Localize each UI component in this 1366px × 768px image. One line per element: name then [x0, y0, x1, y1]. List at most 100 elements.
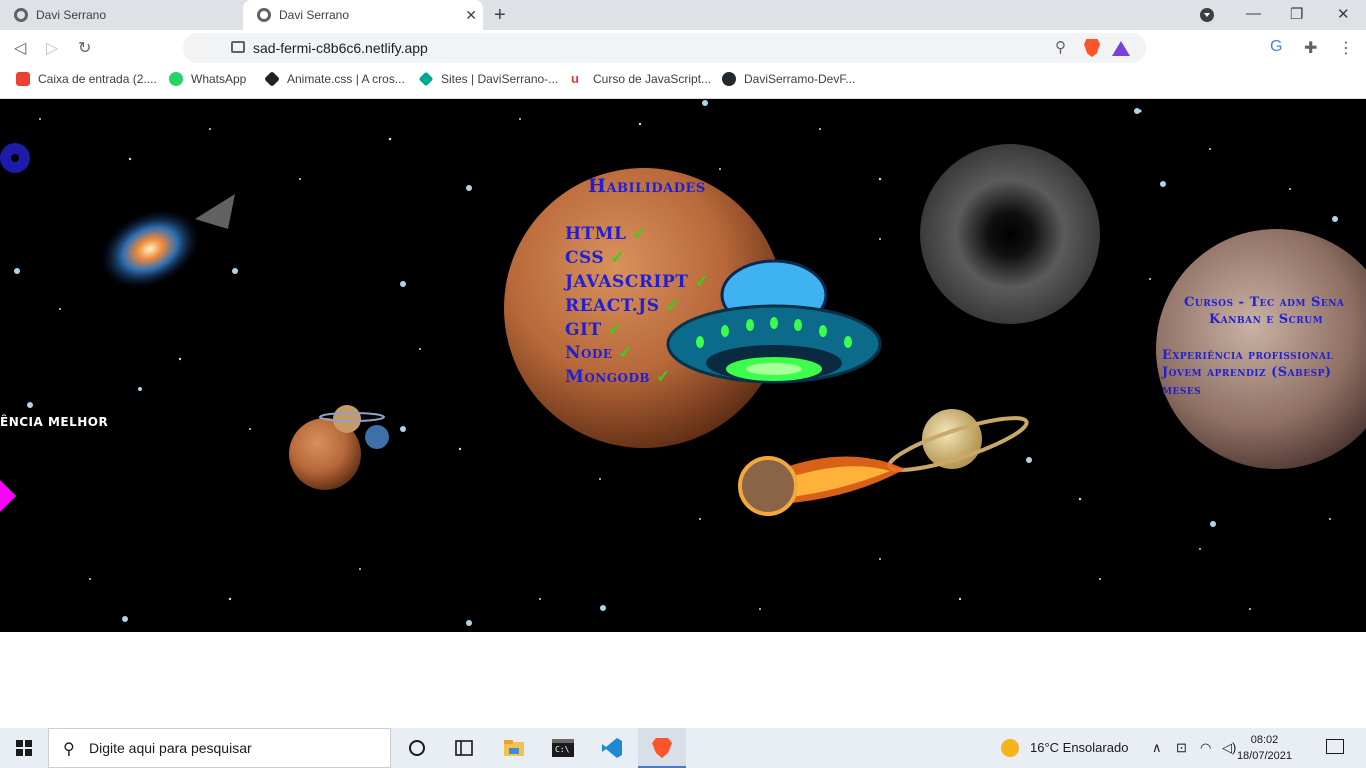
minimize-icon[interactable]: —	[1246, 5, 1261, 22]
magenta-arrow	[0, 480, 16, 512]
search-icon: ⚲	[63, 741, 75, 758]
tab-search-icon[interactable]	[1199, 7, 1215, 23]
sun-icon	[1001, 739, 1019, 757]
animate-icon	[264, 71, 280, 87]
menu-icon[interactable]: ⋮	[1338, 38, 1354, 58]
svg-text:C:\: C:\	[555, 745, 570, 754]
file-explorer-icon[interactable]	[502, 736, 526, 760]
clock-time: 08:02	[1250, 734, 1279, 746]
courses-line: Kanban e Scrum	[1209, 312, 1324, 327]
url-text[interactable]: sad-fermi-c8b6c6.netlify.app	[253, 40, 428, 56]
brave-icon	[652, 738, 672, 758]
volume-icon[interactable]: ◁)	[1222, 740, 1236, 756]
skill-label: JAVASCRIPT	[565, 272, 689, 292]
check-icon: ✓	[632, 224, 648, 244]
github-icon	[722, 72, 736, 86]
brave-shields-icon[interactable]	[1084, 39, 1100, 57]
bookmark-whatsapp[interactable]: WhatsApp	[169, 72, 246, 86]
vscode-icon[interactable]	[600, 736, 624, 760]
taskbar-search[interactable]: ⚲ Digite aqui para pesquisar	[48, 728, 391, 768]
experience-line: Jovem aprendiz (Sabesp)	[1162, 365, 1332, 380]
bookmark-label: Sites | DaviSerrano-...	[441, 72, 559, 86]
bookmark-course[interactable]: u Curso de JavaScript...	[571, 71, 712, 87]
tab-strip: Davi Serrano Davi Serrano ✕ + — ❐ ✕	[0, 0, 1366, 30]
wifi-icon[interactable]: ◠	[1200, 740, 1211, 756]
check-icon: ✓	[607, 320, 623, 340]
clock[interactable]: 08:02 18/07/2021	[1237, 732, 1292, 764]
black-hole	[920, 144, 1100, 324]
tab-1[interactable]: Davi Serrano	[0, 0, 243, 30]
search-placeholder: Digite aqui para pesquisar	[89, 740, 252, 756]
taskbar: ⚲ Digite aqui para pesquisar C:\ 16°C En…	[0, 728, 1366, 768]
experience-line: meses	[1162, 383, 1202, 398]
address-bar[interactable]: sad-fermi-c8b6c6.netlify.app ⚲	[183, 33, 1146, 63]
skill-item: JAVASCRIPT ✓	[565, 272, 709, 292]
globe-icon	[14, 8, 28, 22]
comet	[738, 456, 798, 516]
bookmark-github[interactable]: DaviSerramo-DevF...	[722, 72, 855, 86]
meet-icon[interactable]: ⊡	[1176, 740, 1187, 756]
brave-taskbar-button[interactable]	[638, 728, 686, 768]
terminal-icon[interactable]: C:\	[551, 736, 575, 760]
skill-label: HTML	[565, 224, 627, 244]
sites-icon	[418, 71, 434, 87]
skill-label: CSS	[565, 248, 605, 268]
forward-icon[interactable]: ▷	[46, 38, 58, 58]
whatsapp-icon	[169, 72, 183, 86]
reload-icon[interactable]: ↻	[78, 38, 91, 58]
task-view-icon[interactable]	[452, 736, 476, 760]
skill-label: Mongodb	[565, 367, 650, 387]
skill-label: REACT.JS	[565, 296, 660, 316]
bookmarks-bar: Caixa de entrada (2.... WhatsApp Animate…	[0, 66, 1366, 99]
chevron-up-icon[interactable]: ∧	[1152, 740, 1162, 756]
cortana-icon[interactable]	[405, 736, 429, 760]
translate-icon[interactable]: G	[1270, 38, 1282, 56]
skill-item: Mongodb ✓	[565, 367, 671, 387]
zoom-icon[interactable]: ⚲	[1055, 38, 1066, 56]
new-tab-button[interactable]: +	[494, 4, 506, 27]
extensions-icon[interactable]: ✚	[1304, 38, 1317, 58]
left-caption: ÊNCIA MELHOR	[0, 415, 109, 429]
brave-rewards-icon[interactable]	[1112, 41, 1130, 56]
bookmark-label: Caixa de entrada (2....	[38, 72, 157, 86]
tab-title: Davi Serrano	[36, 8, 107, 22]
clock-date: 18/07/2021	[1236, 750, 1292, 762]
back-icon[interactable]: ◁	[14, 38, 26, 58]
check-icon: ✓	[694, 272, 710, 292]
tab-2[interactable]: Davi Serrano ✕	[243, 0, 483, 30]
bookmark-label: WhatsApp	[191, 72, 247, 86]
bookmark-label: DaviSerramo-DevF...	[744, 72, 856, 86]
tab-title: Davi Serrano	[279, 8, 350, 22]
notification-icon[interactable]	[1326, 739, 1344, 754]
bookmark-animate[interactable]: Animate.css | A cros...	[264, 71, 405, 87]
skill-item: CSS ✓	[565, 248, 625, 268]
skill-item: Node ✓	[565, 343, 633, 363]
bookmark-gmail[interactable]: Caixa de entrada (2....	[16, 72, 157, 86]
navigation-bar: ◁ ▷ ↻ sad-fermi-c8b6c6.netlify.app ⚲ G ✚…	[0, 30, 1366, 66]
check-icon: ✓	[618, 343, 634, 363]
course-icon: u	[571, 71, 579, 86]
skill-item: GIT ✓	[565, 320, 622, 340]
close-tab-icon[interactable]: ✕	[465, 7, 477, 24]
windows-start-icon[interactable]	[16, 740, 32, 756]
globe-icon	[257, 8, 271, 22]
bookmark-label: Curso de JavaScript...	[593, 72, 712, 86]
skills-title: Habilidades	[588, 175, 706, 197]
space-scene: Habilidades HTML ✓ CSS ✓ JAVASCRIPT ✓ REACT…	[0, 99, 1366, 632]
weather-text[interactable]: 16°C Ensolarado	[1030, 740, 1128, 755]
skill-item: HTML ✓	[565, 224, 647, 244]
check-icon: ✓	[610, 248, 625, 268]
skill-label: GIT	[565, 320, 602, 340]
gmail-icon	[16, 72, 30, 86]
galaxy	[100, 209, 200, 289]
skill-label: Node	[565, 343, 613, 363]
bookmark-label: Animate.css | A cros...	[287, 72, 405, 86]
courses-line: Cursos - Tec adm Sena	[1184, 295, 1345, 310]
check-icon: ✓	[656, 367, 671, 387]
skill-item: REACT.JS ✓	[565, 296, 680, 316]
close-window-icon[interactable]: ✕	[1337, 5, 1350, 23]
check-icon: ✓	[665, 296, 681, 316]
bookmark-sites[interactable]: Sites | DaviSerrano-...	[418, 71, 559, 87]
experience-line: Experiência profissional	[1162, 348, 1334, 363]
restore-icon[interactable]: ❐	[1290, 5, 1303, 23]
